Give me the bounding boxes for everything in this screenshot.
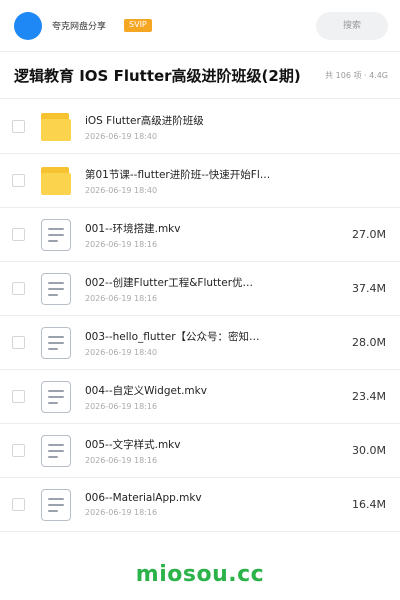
file-date: 2026-06-19 18:40 — [85, 185, 158, 195]
list-item[interactable]: 003--hello_flutter【公众号：密知… 2026-06-19 18:… — [0, 316, 400, 370]
folder-icon — [39, 110, 73, 144]
file-info: 003--hello_flutter【公众号：密知… 2026-06-19 18:… — [85, 329, 344, 357]
document-icon — [39, 434, 73, 468]
file-name[interactable]: 004--自定义Widget.mkv — [85, 383, 285, 398]
header-bar: 夸克网盘分享 SVIP 搜索 — [0, 0, 400, 52]
file-date: 2026-06-19 18:40 — [85, 347, 158, 357]
file-size: 16.4M — [352, 498, 386, 511]
file-date: 2026-06-19 18:16 — [85, 401, 158, 411]
file-info: iOS Flutter高级进阶班级 2026-06-19 18:40 — [85, 113, 378, 141]
document-icon — [39, 218, 73, 252]
file-name[interactable]: iOS Flutter高级进阶班级 — [85, 113, 285, 128]
file-date: 2026-06-19 18:16 — [85, 508, 158, 517]
avatar[interactable] — [14, 11, 42, 40]
watermark: miosou.cc — [135, 562, 265, 587]
select-checkbox[interactable] — [12, 174, 25, 187]
list-item[interactable]: 005--文字样式.mkv 2026-06-19 18:16 30.0M — [0, 424, 400, 478]
list-item[interactable]: 004--自定义Widget.mkv 2026-06-19 18:16 23.4M — [0, 370, 400, 424]
search-input[interactable]: 搜索 — [316, 11, 388, 40]
file-size: 30.0M — [352, 444, 386, 457]
file-name[interactable]: 第01节课--flutter进阶班--快速开始Fl… — [85, 167, 285, 182]
file-name[interactable]: 005--文字样式.mkv — [85, 437, 285, 452]
document-icon — [39, 326, 73, 360]
select-checkbox[interactable] — [12, 390, 25, 403]
folder-icon — [39, 164, 73, 198]
file-list: iOS Flutter高级进阶班级 2026-06-19 18:40 第01节课--… — [0, 100, 400, 532]
file-size: 23.4M — [352, 390, 386, 403]
file-date: 2026-06-19 18:16 — [85, 455, 158, 465]
file-info: 第01节课--flutter进阶班--快速开始Fl… 2026-06-19 18:… — [85, 167, 378, 195]
file-date: 2026-06-19 18:16 — [85, 239, 158, 249]
file-size: 28.0M — [352, 336, 386, 349]
select-checkbox[interactable] — [12, 228, 25, 241]
select-checkbox[interactable] — [12, 282, 25, 295]
list-item[interactable]: 001--环境搭建.mkv 2026-06-19 18:16 27.0M — [0, 208, 400, 262]
select-checkbox[interactable] — [12, 120, 25, 133]
file-name[interactable]: 001--环境搭建.mkv — [85, 221, 285, 236]
list-item[interactable]: 006--MaterialApp.mkv 2026-06-19 18:16 16.4… — [0, 478, 400, 532]
list-item[interactable]: 002--创建Flutter工程&Flutter优… 2026-06-19 18:… — [0, 262, 400, 316]
list-item[interactable]: iOS Flutter高级进阶班级 2026-06-19 18:40 — [0, 100, 400, 154]
select-checkbox[interactable] — [12, 444, 25, 457]
file-date: 2026-06-19 18:40 — [85, 131, 158, 141]
file-info: 002--创建Flutter工程&Flutter优… 2026-06-19 18:… — [85, 275, 344, 303]
page: 夸克网盘分享 SVIP 搜索 逻辑教育 IOS Flutter高级进阶班级(2期… — [0, 0, 400, 600]
document-icon — [39, 488, 73, 522]
share-title-bar: 逻辑教育 IOS Flutter高级进阶班级(2期) 共 106 项 · 4.4… — [0, 53, 400, 99]
file-info: 005--文字样式.mkv 2026-06-19 18:16 — [85, 437, 344, 465]
file-info: 004--自定义Widget.mkv 2026-06-19 18:16 — [85, 383, 344, 411]
document-icon — [39, 272, 73, 306]
select-checkbox[interactable] — [12, 498, 25, 511]
file-size: 27.0M — [352, 228, 386, 241]
file-info: 001--环境搭建.mkv 2026-06-19 18:16 — [85, 221, 344, 249]
file-date: 2026-06-19 18:16 — [85, 293, 158, 303]
document-icon — [39, 380, 73, 414]
page-title: 逻辑教育 IOS Flutter高级进阶班级(2期) — [14, 67, 301, 85]
file-name[interactable]: 002--创建Flutter工程&Flutter优… — [85, 275, 285, 290]
file-size: 37.4M — [352, 282, 386, 295]
select-checkbox[interactable] — [12, 336, 25, 349]
list-item[interactable]: 第01节课--flutter进阶班--快速开始Fl… 2026-06-19 18:… — [0, 154, 400, 208]
item-count-size: 共 106 项 · 4.4G — [325, 71, 388, 80]
file-info: 006--MaterialApp.mkv 2026-06-19 18:16 — [85, 492, 344, 517]
file-name[interactable]: 006--MaterialApp.mkv — [85, 492, 285, 504]
file-name[interactable]: 003--hello_flutter【公众号：密知… — [85, 329, 285, 344]
brand-name: 夸克网盘分享 — [52, 22, 107, 32]
svip-badge: SVIP — [124, 19, 152, 32]
